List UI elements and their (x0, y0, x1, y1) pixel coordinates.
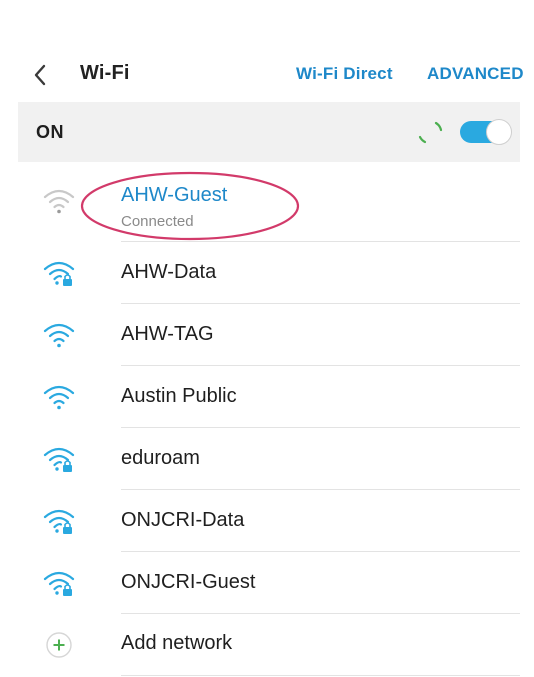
wifi-locked-icon (43, 509, 75, 534)
network-name: AHW-Data (121, 261, 217, 283)
wifi-weak-icon (43, 189, 75, 214)
scanning-spinner-icon (418, 121, 443, 144)
network-name: ONJCRI-Guest (121, 571, 256, 593)
network-name: ONJCRI-Data (121, 509, 245, 531)
network-name: AHW-TAG (121, 323, 214, 345)
network-row-ahw-tag[interactable]: AHW-TAG (18, 304, 520, 366)
wifi-locked-icon (43, 571, 75, 596)
plus-icon (46, 632, 72, 658)
network-name: AHW-Guest (121, 184, 228, 206)
divider (121, 675, 520, 676)
wifi-locked-icon (43, 261, 75, 286)
wifi-locked-icon (43, 447, 75, 472)
add-network-label: Add network (121, 632, 233, 654)
network-row-eduroam[interactable]: eduroam (18, 428, 520, 490)
network-row-onjcri-data[interactable]: ONJCRI-Data (18, 490, 520, 552)
page-title: Wi-Fi (80, 62, 130, 84)
network-name: eduroam (121, 447, 200, 469)
network-row-ahw-guest[interactable]: AHW-Guest Connected (18, 170, 520, 242)
wifi-direct-button[interactable]: Wi-Fi Direct (296, 64, 393, 84)
wifi-master-switch-bar[interactable]: ON (18, 102, 520, 162)
network-row-ahw-data[interactable]: AHW-Data (18, 242, 520, 304)
advanced-button[interactable]: ADVANCED (427, 64, 524, 84)
network-row-austin-public[interactable]: Austin Public (18, 366, 520, 428)
wifi-icon (43, 323, 75, 348)
network-list: AHW-Guest Connected AHW-Data AHW-TAG Aus… (18, 170, 520, 676)
network-name: Austin Public (121, 385, 237, 407)
wifi-on-label: ON (36, 122, 64, 142)
toggle-knob (486, 119, 512, 145)
network-row-onjcri-guest[interactable]: ONJCRI-Guest (18, 552, 520, 614)
network-status: Connected (121, 213, 194, 230)
back-arrow-icon[interactable] (30, 62, 54, 88)
wifi-toggle[interactable] (460, 119, 512, 145)
wifi-icon (43, 385, 75, 410)
app-header: Wi-Fi Wi-Fi Direct ADVANCED (0, 40, 534, 110)
add-network-row[interactable]: Add network (18, 614, 520, 676)
